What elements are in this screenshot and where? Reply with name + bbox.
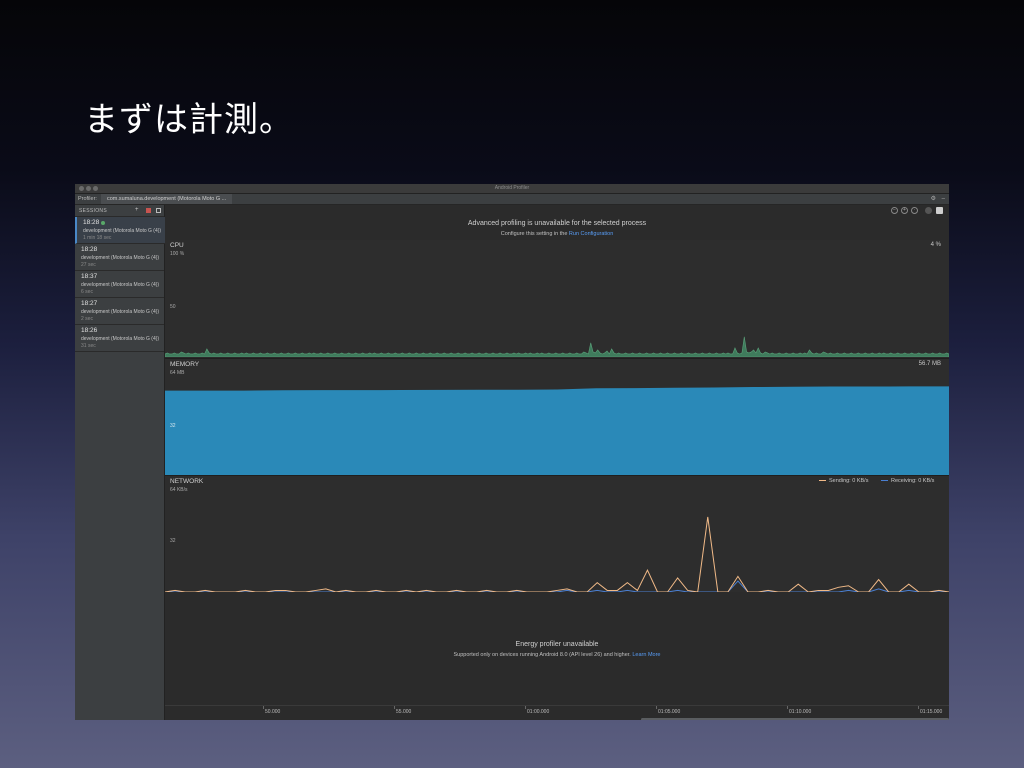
timeline-controls: − + ·	[165, 205, 949, 216]
memory-label: MEMORY	[170, 361, 200, 368]
memory-tick-mid: 32	[170, 423, 176, 429]
panel-collapse-icon[interactable]	[156, 208, 161, 213]
session-name: development (Motorola Moto G (4))	[81, 255, 160, 261]
timeline-scrollbar[interactable]	[641, 718, 949, 720]
window-title: Android Profiler	[494, 185, 530, 191]
session-duration: 31 sec	[81, 343, 96, 349]
run-config-hint: Configure this setting in the Run Config…	[500, 231, 614, 237]
memory-usage-area	[165, 386, 949, 475]
memory-value: 56.7 MB	[918, 361, 941, 367]
timeline-tick-label: 01:15.000	[920, 709, 943, 715]
profiler-toolbar: Profiler: com.sumaluna.development (Moto…	[75, 194, 949, 205]
timeline-tick-label: 01:00.000	[527, 709, 550, 715]
timeline-tick-label: 01:10.000	[789, 709, 812, 715]
memory-tick-top: 64 MB	[170, 370, 185, 376]
network-label: NETWORK	[170, 478, 204, 485]
timeline-tick-label: 55.000	[396, 709, 412, 715]
session-item[interactable]: 18:27 development (Motorola Moto G (4)) 2 …	[75, 298, 164, 325]
zoom-in-icon[interactable]: +	[901, 207, 908, 214]
reset-zoom-icon[interactable]: ·	[911, 207, 918, 214]
timeline-tick-label: 50.000	[265, 709, 281, 715]
network-tick-mid: 32	[170, 538, 176, 544]
live-button[interactable]	[936, 207, 943, 214]
cpu-usage-area	[165, 336, 949, 357]
cpu-chart	[165, 336, 949, 357]
timeline-tick-label: 01:05.000	[658, 709, 681, 715]
cpu-tick-top: 100 %	[170, 251, 185, 257]
stop-icon[interactable]	[146, 208, 151, 213]
profiler-window: Android Profiler Profiler: com.sumaluna.…	[75, 184, 949, 720]
cpu-tick-mid: 50	[170, 304, 176, 310]
timeline-tick-mark	[918, 706, 919, 709]
sessions-header: SESSIONS +	[75, 205, 164, 217]
timeline-tick-mark	[525, 706, 526, 709]
zoom-out-icon[interactable]: −	[891, 207, 898, 214]
run-configuration-link[interactable]: Run Configuration	[569, 231, 613, 237]
session-time: 18:28	[83, 219, 100, 226]
memory-chart	[165, 386, 949, 475]
profiler-main: − + · Advanced profiling is unavailable …	[165, 205, 949, 720]
slide-title: まずは計測。	[84, 100, 294, 140]
cpu-value: 4 %	[930, 242, 941, 248]
cpu-label: CPU	[170, 242, 184, 249]
session-item[interactable]: 18:28 development (Motorola Moto G (4)) 27…	[75, 244, 164, 271]
pause-toggle[interactable]	[925, 207, 932, 214]
session-duration: 27 sec	[81, 262, 96, 268]
session-name: development (Motorola Moto G (4))	[83, 228, 162, 234]
energy-unavailable-title: Energy profiler unavailable	[515, 641, 599, 648]
session-time: 18:26	[81, 327, 98, 334]
network-panel[interactable]: NETWORK 64 KB/s 32 Sending: 0 KB/s Recei…	[165, 475, 949, 592]
timeline-tick-mark	[787, 706, 788, 709]
energy-unavailable-hint: Supported only on devices running Androi…	[453, 652, 661, 658]
timeline-tick-mark	[394, 706, 395, 709]
session-name: development (Motorola Moto G (4))	[81, 336, 160, 342]
timeline-tick-mark	[656, 706, 657, 709]
session-name: development (Motorola Moto G (4))	[81, 309, 160, 315]
gear-icon[interactable]: ⚙	[931, 196, 936, 202]
live-session-icon	[101, 221, 105, 225]
session-time: 18:28	[81, 246, 98, 253]
session-item[interactable]: 18:37 development (Motorola Moto G (4)) 6 …	[75, 271, 164, 298]
memory-panel[interactable]: MEMORY 56.7 MB 64 MB 32	[165, 358, 949, 475]
process-tab[interactable]: com.sumaluna.development (Motorola Moto …	[101, 194, 233, 204]
session-duration: 1 min 18 sec	[83, 235, 112, 241]
network-tick-top: 64 KB/s	[170, 487, 188, 493]
timeline-tick-mark	[263, 706, 264, 709]
timeline-axis: 50.000 55.000 01:00.000 01:05.000 01:10.000 0…	[165, 705, 949, 720]
minimize-icon[interactable]: –	[942, 196, 945, 202]
session-time: 18:27	[81, 300, 98, 307]
sessions-sidebar: SESSIONS + 18:28 development (Motorola Mo…	[75, 205, 166, 720]
session-time: 18:37	[81, 273, 98, 280]
plus-icon[interactable]: +	[135, 207, 139, 213]
cpu-panel[interactable]: CPU 4 % 100 % 50	[165, 240, 949, 357]
legend-sending: Sending: 0 KB/s	[819, 478, 868, 484]
window-titlebar: Android Profiler	[75, 184, 949, 194]
session-name: development (Motorola Moto G (4))	[81, 282, 160, 288]
profiler-label: Profiler:	[78, 196, 97, 202]
learn-more-link[interactable]: Learn More	[632, 652, 660, 658]
session-item[interactable]: 18:26 development (Motorola Moto G (4)) 31…	[75, 325, 164, 352]
sessions-label: SESSIONS	[79, 208, 107, 214]
network-chart	[165, 516, 949, 592]
session-duration: 6 sec	[81, 289, 93, 295]
advanced-profiling-message: Advanced profiling is unavailable for th…	[467, 220, 647, 227]
session-duration: 2 sec	[81, 316, 93, 322]
session-item[interactable]: 18:28 development (Motorola Moto G (4)) 1 …	[75, 217, 166, 244]
legend-receiving: Receiving: 0 KB/s	[881, 478, 934, 484]
network-sending-line	[165, 516, 949, 592]
